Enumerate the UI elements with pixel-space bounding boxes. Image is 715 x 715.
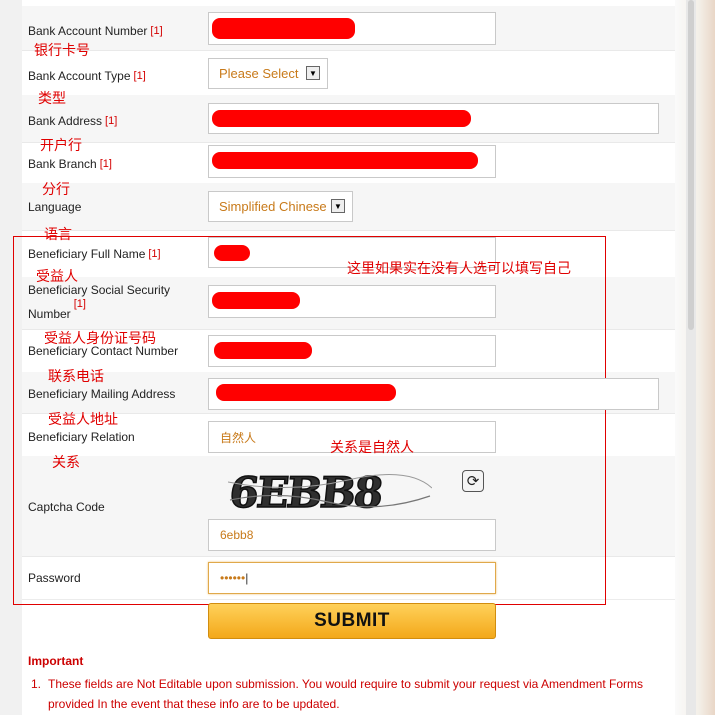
annotation-bank-branch: 分行 bbox=[42, 181, 70, 197]
beneficiary-relation-value: 自然人 bbox=[220, 430, 257, 445]
scrollbar-thumb[interactable] bbox=[688, 0, 694, 330]
captcha-input[interactable]: 6ebb8 bbox=[208, 519, 496, 551]
redaction-mark bbox=[212, 292, 300, 309]
annotation-relation-note: 关系是自然人 bbox=[330, 439, 414, 455]
beneficiary-full-name-label: Beneficiary Full Name [1] bbox=[28, 247, 161, 261]
language-select[interactable]: Simplified Chinese ▼ bbox=[208, 191, 353, 222]
bank-branch-label: Bank Branch [1] bbox=[28, 157, 112, 171]
refresh-icon[interactable]: ⟳ bbox=[462, 470, 484, 492]
captcha-input-value: 6ebb8 bbox=[220, 528, 254, 542]
redaction-mark bbox=[212, 152, 478, 169]
annotation-beneficiary-contact: 联系电话 bbox=[48, 368, 104, 384]
captcha-label: Captcha Code bbox=[28, 500, 105, 514]
redaction-mark bbox=[214, 245, 250, 261]
password-field[interactable]: •••••• | bbox=[208, 562, 496, 594]
annotation-bank-account-type: 类型 bbox=[38, 90, 66, 106]
redaction-mark bbox=[212, 18, 355, 39]
bank-address-label: Bank Address [1] bbox=[28, 114, 118, 128]
bank-account-type-value: Please Select bbox=[219, 66, 299, 81]
bank-account-type-select[interactable]: Please Select ▼ bbox=[208, 58, 328, 89]
password-label: Password bbox=[28, 571, 81, 585]
annotation-beneficiary-relation: 关系 bbox=[52, 454, 80, 470]
annotation-beneficiary-mailing: 受益人地址 bbox=[48, 411, 118, 427]
important-note: 1. These fields are Not Editable upon su… bbox=[28, 674, 668, 714]
redaction-mark bbox=[216, 384, 396, 401]
note-text: These fields are Not Editable upon submi… bbox=[48, 677, 643, 711]
redaction-mark bbox=[212, 110, 471, 127]
submit-button[interactable]: SUBMIT bbox=[208, 603, 496, 639]
beneficiary-ssn-label: Beneficiary Social Security Number[1] bbox=[28, 283, 171, 321]
annotation-bank-address: 开户行 bbox=[40, 137, 82, 153]
password-value: •••••• bbox=[220, 571, 246, 585]
chevron-down-icon[interactable]: ▼ bbox=[306, 66, 320, 80]
chevron-down-icon[interactable]: ▼ bbox=[331, 199, 345, 213]
important-title: Important bbox=[28, 654, 84, 668]
annotation-beneficiary-note: 这里如果实在没有人选可以填写自己 bbox=[347, 260, 571, 276]
language-label: Language bbox=[28, 200, 82, 214]
annotation-bank-account-number: 银行卡号 bbox=[34, 42, 90, 58]
captcha-text: 6EBB8 bbox=[228, 470, 384, 514]
language-value: Simplified Chinese bbox=[219, 199, 327, 214]
bank-account-number-label: Bank Account Number [1] bbox=[28, 24, 163, 38]
beneficiary-mailing-label: Beneficiary Mailing Address bbox=[28, 387, 176, 401]
redaction-mark bbox=[214, 342, 312, 359]
beneficiary-relation-label: Beneficiary Relation bbox=[28, 430, 135, 444]
bank-account-type-label: Bank Account Type [1] bbox=[28, 69, 146, 83]
captcha-image: 6EBB8 bbox=[228, 470, 432, 514]
note-number: 1. bbox=[31, 677, 42, 691]
beneficiary-contact-label: Beneficiary Contact Number bbox=[28, 344, 179, 358]
